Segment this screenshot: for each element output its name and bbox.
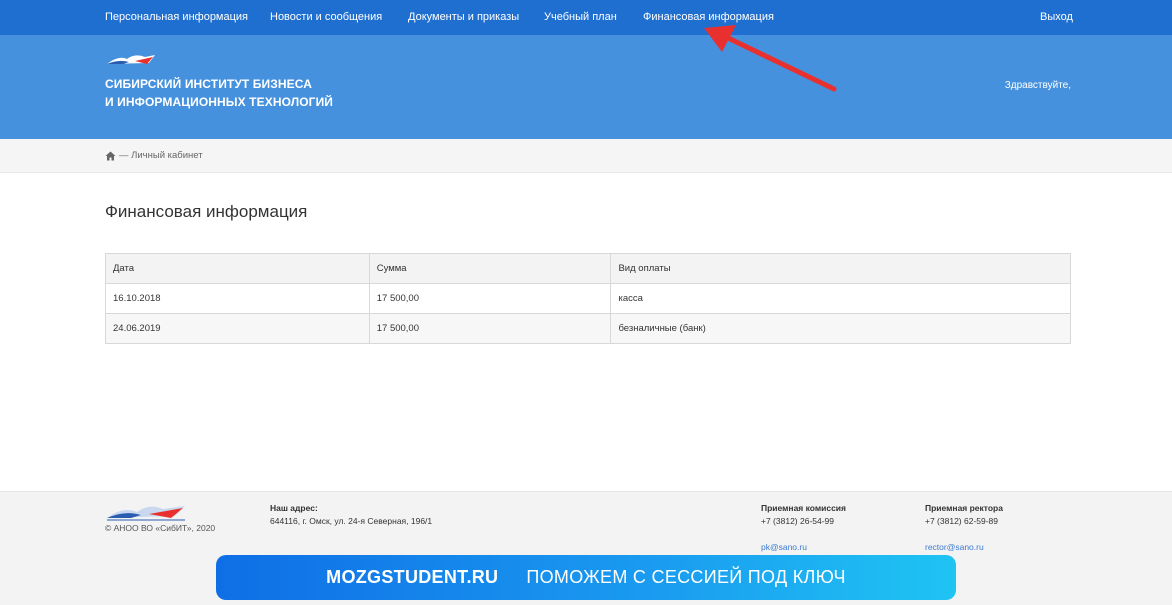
home-icon[interactable] [105,151,116,161]
financial-table: Дата Сумма Вид оплаты 16.10.2018 17 500,… [105,253,1071,344]
column-header-payment-type: Вид оплаты [610,253,1071,284]
site-header: СИБИРСКИЙ ИНСТИТУТ БИЗНЕСА И ИНФОРМАЦИОН… [0,35,1172,139]
column-header-amount: Сумма [368,253,612,284]
promo-slogan: ПОМОЖЕМ С СЕССИЕЙ ПОД КЛЮЧ [526,567,846,587]
institute-logo[interactable] [105,51,157,67]
cell-amount: 17 500,00 [368,313,612,344]
breadcrumb: — Личный кабинет [0,139,1172,173]
page-title: Финансовая информация [105,202,308,221]
top-navigation: Персональная информация Новости и сообще… [0,0,1172,35]
greeting-text: Здравствуйте, [1004,80,1071,91]
cell-date: 16.10.2018 [105,283,370,314]
admission-block: Приемная комиссия +7 (3812) 26-54-99 pk@… [761,502,846,554]
admission-phone: +7 (3812) 26-54-99 [761,516,835,526]
promo-banner[interactable]: MOZGSTUDENT.RU ПОМОЖЕМ С СЕССИЕЙ ПОД КЛЮ… [216,555,956,600]
table-row: 24.06.2019 17 500,00 безналичные (банк) [105,313,1071,344]
cell-amount: 17 500,00 [368,283,612,314]
cell-payment-type: касса [610,283,1071,314]
nav-personal-info[interactable]: Персональная информация [105,0,248,35]
rector-label: Приемная ректора [925,503,1003,513]
nav-study-plan[interactable]: Учебный план [544,0,617,35]
copyright-text: © АНОО ВО «СибИТ», 2020 [105,523,216,533]
institute-name-line2: И ИНФОРМАЦИОННЫХ ТЕХНОЛОГИЙ [105,95,334,109]
address-text: 644116, г. Омск, ул. 24-я Северная, 196/… [270,516,433,526]
cell-payment-type: безналичные (банк) [610,313,1071,344]
nav-news-messages[interactable]: Новости и сообщения [270,0,382,35]
footer-logo [107,506,185,521]
institute-name: СИБИРСКИЙ ИНСТИТУТ БИЗНЕСА И ИНФОРМАЦИОН… [105,75,333,111]
address-block: Наш адрес: 644116, г. Омск, ул. 24-я Сев… [270,502,432,528]
admission-label: Приемная комиссия [761,503,846,513]
annotation-arrow-icon [704,25,837,92]
rector-block: Приемная ректора +7 (3812) 62-59-89 rect… [925,502,1003,554]
rector-email-link[interactable]: rector@sano.ru [925,541,1003,554]
table-header-row: Дата Сумма Вид оплаты [105,253,1071,284]
table-row: 16.10.2018 17 500,00 касса [105,283,1071,314]
rector-phone: +7 (3812) 62-59-89 [925,516,999,526]
breadcrumb-current: — Личный кабинет [119,150,203,161]
admission-email-link[interactable]: pk@sano.ru [761,541,846,554]
column-header-date: Дата [105,253,370,284]
institute-name-line1: СИБИРСКИЙ ИНСТИТУТ БИЗНЕСА [105,77,312,91]
cell-date: 24.06.2019 [105,313,370,344]
promo-site: MOZGSTUDENT.RU [326,567,499,587]
nav-documents-orders[interactable]: Документы и приказы [408,0,519,35]
logout-link[interactable]: Выход [1040,0,1073,35]
address-label: Наш адрес: [270,503,318,513]
